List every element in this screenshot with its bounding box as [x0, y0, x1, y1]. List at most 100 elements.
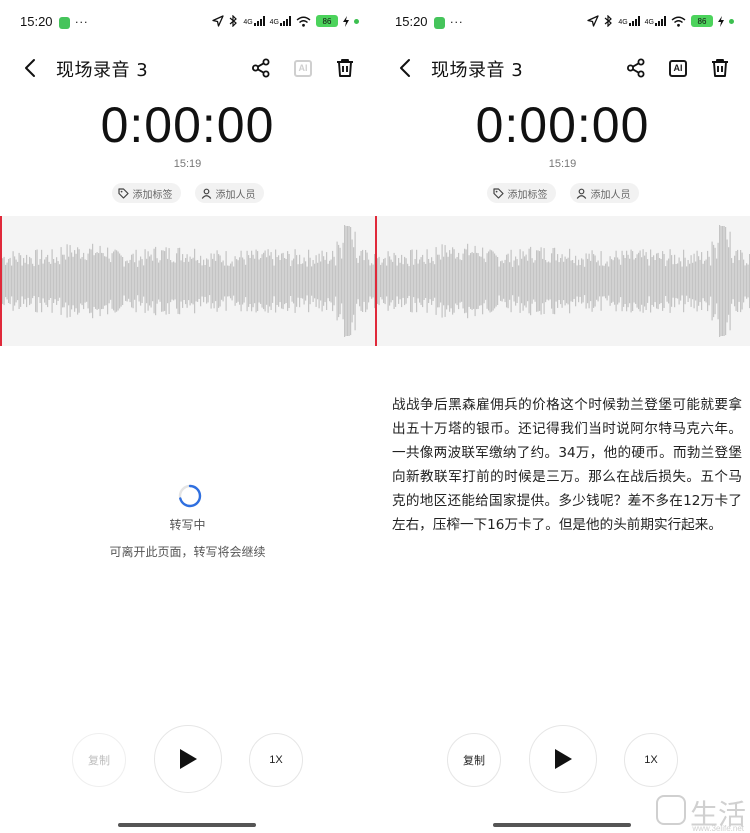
waveform-bar — [582, 259, 584, 303]
bluetooth-icon — [604, 15, 613, 27]
home-indicator[interactable] — [118, 823, 256, 827]
waveform-bar — [198, 263, 200, 299]
add-tag-button[interactable]: 添加标签 — [486, 183, 556, 203]
back-button[interactable] — [391, 54, 419, 82]
share-button[interactable] — [622, 54, 650, 82]
playhead[interactable] — [375, 216, 377, 346]
speed-button[interactable]: 1X — [249, 733, 303, 787]
waveform-bar — [528, 248, 530, 314]
waveform-bar — [329, 260, 331, 302]
copy-button[interactable]: 复制 — [72, 733, 126, 787]
waveform-bar — [227, 265, 229, 297]
waveform-bar — [378, 256, 380, 306]
waveform-bar — [77, 247, 79, 315]
signal-icon: 4G — [645, 16, 666, 26]
waveform-bar — [278, 255, 280, 307]
ai-button[interactable]: AI — [664, 54, 692, 82]
waveform-bar — [674, 254, 676, 308]
waveform-bar — [495, 255, 497, 307]
waveform-bar — [459, 259, 461, 303]
waveform-bar — [486, 253, 488, 309]
waveform-bar — [398, 258, 400, 304]
waveform-bar — [207, 259, 209, 303]
waveform-bar — [419, 259, 421, 303]
waveform-bar — [231, 261, 233, 301]
waveform-bar — [27, 264, 29, 298]
waveform-bar — [647, 259, 649, 303]
waveform-bar — [501, 260, 503, 302]
waveform-bar — [497, 257, 499, 305]
waveform-bar — [563, 261, 565, 301]
waveform-bar — [324, 259, 326, 303]
waveform-bar — [150, 254, 152, 308]
waveform-bar — [668, 258, 670, 304]
waveform-bar — [369, 265, 371, 297]
waveform-bar — [186, 254, 188, 308]
waveform-bar — [638, 252, 640, 310]
waveform-bar — [564, 256, 566, 306]
waveform-bar — [579, 265, 581, 297]
waveform-bar — [665, 266, 667, 296]
waveform-bar — [555, 260, 557, 302]
waveform-bar — [75, 253, 77, 309]
recording-time: 15:19 — [548, 158, 577, 170]
waveform-bar — [108, 258, 110, 304]
waveform-bar — [456, 257, 458, 306]
speed-button[interactable]: 1X — [624, 733, 678, 787]
waveform-bar — [273, 265, 275, 297]
share-button[interactable] — [247, 54, 275, 82]
waveform-bar — [500, 261, 502, 301]
waveform-bar — [567, 257, 569, 305]
waveform-bar — [335, 265, 337, 297]
waveform-bar — [120, 255, 122, 307]
waveform-bar — [449, 250, 451, 312]
delete-button[interactable] — [331, 54, 359, 82]
charging-icon — [343, 15, 349, 27]
waveform-bar — [425, 263, 427, 298]
waveform-bar — [51, 249, 53, 313]
play-button[interactable] — [154, 725, 222, 793]
waveform-bar — [560, 258, 562, 305]
waveform-bar — [384, 257, 386, 305]
waveform-bar — [3, 256, 5, 306]
waveform-bar — [621, 250, 623, 312]
waveform-bar — [681, 266, 683, 296]
add-people-button[interactable]: 添加人员 — [569, 183, 639, 203]
waveform-bar — [140, 256, 142, 306]
back-button[interactable] — [16, 54, 44, 82]
home-indicator[interactable] — [493, 823, 631, 827]
waveform-bar — [630, 249, 632, 313]
waveform-bar — [383, 259, 385, 303]
waveform-bar — [603, 265, 605, 297]
waveform-bar — [551, 253, 553, 309]
waveform-bar — [242, 257, 244, 305]
waveform-bar — [327, 263, 329, 299]
waveform-bar — [372, 264, 374, 298]
waveform-bar — [474, 245, 476, 317]
waveform[interactable] — [0, 216, 375, 346]
copy-button[interactable]: 复制 — [447, 733, 501, 787]
waveform-bar — [662, 251, 664, 311]
waveform[interactable] — [375, 216, 750, 346]
waveform-bar — [698, 256, 700, 306]
add-people-button[interactable]: 添加人员 — [194, 183, 264, 203]
waveform-bar — [224, 265, 226, 297]
waveform-bar — [696, 250, 698, 312]
play-button[interactable] — [529, 725, 597, 793]
waveform-bar — [710, 265, 712, 297]
playhead[interactable] — [0, 216, 2, 346]
delete-button[interactable] — [706, 54, 734, 82]
waveform-bar — [23, 258, 25, 304]
waveform-bar — [516, 259, 518, 303]
waveform-bar — [711, 241, 713, 321]
waveform-bar — [507, 253, 509, 309]
waveform-bar — [494, 253, 496, 309]
ai-button[interactable]: AI — [289, 54, 317, 82]
waveform-bar — [377, 258, 379, 304]
add-tag-button[interactable]: 添加标签 — [111, 183, 181, 203]
waveform-bar — [371, 263, 373, 299]
waveform-bar — [29, 256, 31, 306]
waveform-bar — [644, 255, 646, 307]
recording-duration: 0:00:00 — [100, 97, 275, 153]
waveform-bar — [411, 249, 413, 313]
